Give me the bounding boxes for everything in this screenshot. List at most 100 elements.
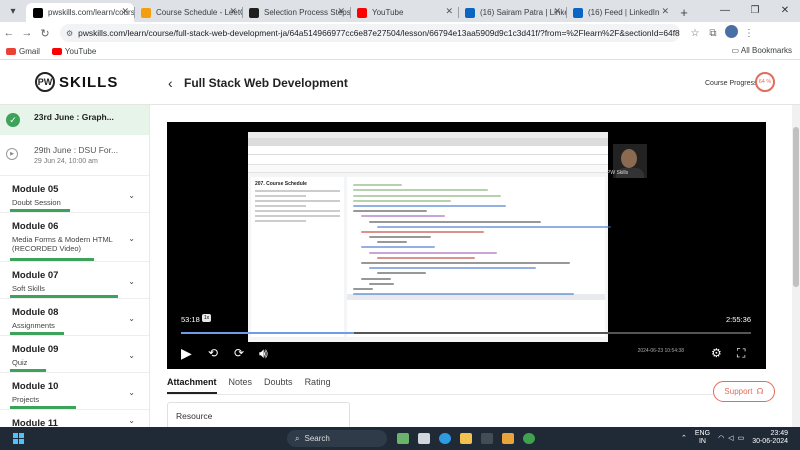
star-icon[interactable]: ☆ bbox=[686, 28, 704, 39]
chevron-down-icon[interactable]: ⌄ bbox=[128, 388, 135, 397]
tab-close-icon[interactable]: ✕ bbox=[337, 6, 345, 17]
browser-tab[interactable]: Selection Process Steps ✕ bbox=[242, 3, 350, 22]
playback-speed[interactable]: 1x bbox=[202, 314, 211, 322]
back-arrow-icon[interactable]: ‹ bbox=[168, 75, 173, 91]
tab-notes[interactable]: Notes bbox=[229, 372, 253, 394]
bookmark-label: YouTube bbox=[64, 47, 97, 56]
lesson-completed[interactable]: ✓ 23rd June : Graph... bbox=[0, 105, 149, 135]
volume-icon[interactable]: 🔊︎ bbox=[259, 344, 268, 362]
back-icon[interactable]: ← bbox=[0, 27, 18, 39]
screen-url bbox=[248, 146, 608, 155]
tab-close-icon[interactable]: ✕ bbox=[553, 6, 561, 17]
page-scrollbar[interactable] bbox=[792, 105, 800, 427]
lesson-date: 29 Jun 24, 10:00 am bbox=[34, 158, 98, 165]
language-indicator[interactable]: ENG IN bbox=[695, 430, 710, 446]
window-controls: — ❐ ✕ bbox=[710, 0, 800, 22]
lesson-upcoming[interactable]: ▶ 29th June : DSU For... 29 Jun 24, 10:0… bbox=[0, 135, 149, 175]
taskbar-app-landscape-icon[interactable] bbox=[392, 430, 413, 447]
tab-search-icon[interactable]: ▾ bbox=[0, 0, 26, 22]
maximize-icon[interactable]: ❐ bbox=[740, 0, 770, 22]
module-item[interactable]: Module 10 Projects ⌄ bbox=[0, 372, 149, 409]
module-item[interactable]: Module 08 Assignments ⌄ bbox=[0, 298, 149, 335]
tab-close-icon[interactable]: ✕ bbox=[445, 6, 453, 17]
taskbar-app-edge-icon[interactable] bbox=[434, 430, 455, 447]
screen-nav bbox=[248, 155, 608, 165]
module-item[interactable]: Module 11 ⌄ bbox=[0, 409, 149, 427]
code-line bbox=[361, 262, 571, 264]
minimize-icon[interactable]: — bbox=[710, 0, 740, 22]
fullscreen-icon[interactable]: ⛶ bbox=[737, 344, 745, 362]
close-window-icon[interactable]: ✕ bbox=[770, 0, 800, 22]
browser-tab[interactable]: YouTube ✕ bbox=[350, 3, 458, 22]
forward-icon[interactable]: → bbox=[18, 27, 36, 39]
browser-tab[interactable]: Course Schedule - LeetCo ✕ bbox=[134, 3, 242, 22]
resource-label: Resource bbox=[176, 411, 213, 421]
tab-close-icon[interactable]: ✕ bbox=[661, 6, 669, 17]
chevron-up-icon[interactable]: ⌃ bbox=[681, 434, 687, 442]
chevron-down-icon[interactable]: ⌄ bbox=[128, 277, 135, 286]
taskbar-app-terminal-icon[interactable] bbox=[476, 430, 497, 447]
speaker-icon[interactable]: ◁ bbox=[728, 434, 733, 442]
browser-tab[interactable]: (16) Sairam Patra | LinkedI ✕ bbox=[458, 3, 566, 22]
module-item[interactable]: Module 06 Media Forms & Modern HTML (RECO… bbox=[0, 212, 149, 261]
app-header: PW SKILLS ‹ Full Stack Web Development C… bbox=[0, 61, 800, 105]
browser-tab[interactable]: pwskills.com/learn/course ✕ bbox=[26, 3, 134, 22]
problem-title: 207. Course Schedule bbox=[255, 181, 307, 187]
module-title: Module 07 bbox=[12, 270, 59, 281]
tab-doubts[interactable]: Doubts bbox=[264, 372, 293, 394]
taskbar-app-taskview-icon[interactable] bbox=[413, 430, 434, 447]
module-item[interactable]: Module 05 Doubt Session ⌄ bbox=[0, 175, 149, 212]
rewind-10-icon[interactable]: ⟲ bbox=[208, 344, 218, 362]
reload-icon[interactable]: ↻ bbox=[36, 27, 54, 40]
bookmark-youtube[interactable]: YouTube bbox=[51, 47, 97, 56]
tab-rating[interactable]: Rating bbox=[305, 372, 331, 394]
all-bookmarks[interactable]: ▭ All Bookmarks bbox=[732, 46, 792, 55]
lesson-title: 29th June : DSU For... bbox=[34, 145, 119, 155]
chevron-down-icon[interactable]: ⌄ bbox=[128, 351, 135, 360]
tab-close-icon[interactable]: ✕ bbox=[229, 6, 237, 17]
problem-panel: 207. Course Schedule bbox=[251, 177, 344, 337]
settings-gear-icon[interactable]: ⚙ bbox=[711, 344, 722, 362]
extensions-icon[interactable]: ⧉ bbox=[704, 28, 722, 39]
site-info-icon[interactable]: ⚙ bbox=[66, 29, 73, 38]
chevron-down-icon[interactable]: ⌄ bbox=[128, 314, 135, 323]
headset-icon: ☊ bbox=[756, 387, 764, 396]
taskbar-app-explorer-icon[interactable] bbox=[455, 430, 476, 447]
battery-icon[interactable]: ▭ bbox=[738, 434, 745, 442]
code-editor bbox=[347, 177, 611, 337]
bookmark-label: Gmail bbox=[19, 47, 40, 56]
taskbar-search[interactable]: ⌕ Search bbox=[287, 430, 387, 447]
chevron-down-icon[interactable]: ⌄ bbox=[128, 416, 135, 425]
url-bar[interactable]: ⚙ pwskills.com/learn/course/full-stack-w… bbox=[60, 24, 680, 42]
new-tab-button[interactable]: + bbox=[674, 3, 694, 22]
menu-icon[interactable]: ⋮ bbox=[740, 28, 758, 39]
tab-attachment[interactable]: Attachment bbox=[167, 372, 217, 394]
bookmark-gmail[interactable]: Gmail bbox=[6, 47, 40, 56]
video-timeline[interactable] bbox=[181, 332, 751, 334]
chevron-down-icon[interactable]: ⌄ bbox=[128, 191, 135, 200]
tab-close-icon[interactable]: ✕ bbox=[121, 6, 129, 17]
search-icon: ⌕ bbox=[295, 433, 300, 443]
taskbar-app-chrome-icon[interactable] bbox=[518, 430, 539, 447]
video-player[interactable]: 207. Course Schedule PW Skills 53:18 1x … bbox=[167, 122, 766, 369]
lesson-main: 207. Course Schedule PW Skills 53:18 1x … bbox=[150, 105, 800, 427]
code-line bbox=[353, 210, 427, 213]
module-item[interactable]: Module 07 Soft Skills ⌄ bbox=[0, 261, 149, 298]
scrollbar-thumb[interactable] bbox=[793, 127, 799, 287]
play-icon[interactable]: ▶ bbox=[181, 344, 192, 362]
code-line bbox=[369, 251, 497, 254]
profile-avatar[interactable] bbox=[722, 25, 740, 41]
windows-start-icon[interactable] bbox=[13, 433, 24, 444]
clock[interactable]: 23:49 30-06-2024 bbox=[752, 430, 788, 446]
taskbar-app-store-icon[interactable] bbox=[497, 430, 518, 447]
support-button[interactable]: Support ☊ bbox=[713, 381, 775, 402]
chevron-down-icon[interactable]: ⌄ bbox=[128, 234, 135, 243]
pw-skills-logo[interactable]: PW SKILLS bbox=[35, 72, 118, 92]
gmail-icon bbox=[6, 48, 16, 55]
wifi-icon[interactable]: ◠ bbox=[718, 434, 724, 442]
module-title: Module 09 bbox=[12, 344, 59, 355]
module-subtitle: Projects bbox=[12, 395, 40, 404]
browser-tab[interactable]: (16) Feed | LinkedIn ✕ bbox=[566, 3, 674, 22]
forward-10-icon[interactable]: ⟳ bbox=[234, 344, 244, 362]
module-item[interactable]: Module 09 Quiz ⌄ bbox=[0, 335, 149, 372]
